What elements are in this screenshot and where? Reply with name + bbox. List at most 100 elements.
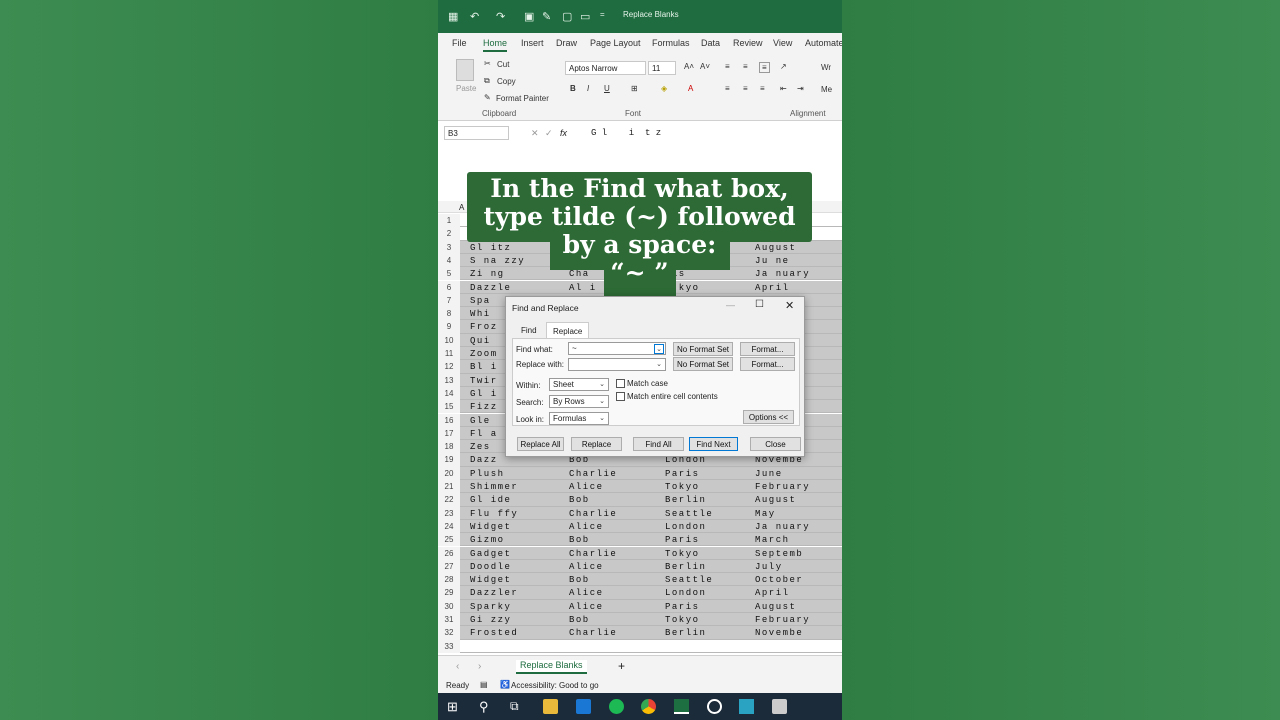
- cell-a[interactable]: Dazz: [470, 455, 498, 465]
- name-box[interactable]: B3: [444, 126, 509, 140]
- cell-a[interactable]: Gle: [470, 416, 491, 426]
- cell-d[interactable]: June: [755, 469, 783, 479]
- tab-formulas[interactable]: Formulas: [652, 38, 690, 48]
- accessibility-icon[interactable]: ♿: [500, 680, 510, 689]
- row-number[interactable]: 31: [438, 613, 460, 627]
- task-view-icon[interactable]: ⧉: [510, 699, 525, 714]
- cell-c[interactable]: Berlin: [665, 562, 706, 572]
- row-number[interactable]: 6: [438, 280, 460, 294]
- close-icon[interactable]: ✕: [785, 299, 794, 312]
- cell-a[interactable]: Gl i: [470, 389, 498, 399]
- cell-d[interactable]: February: [755, 615, 810, 625]
- row-cells[interactable]: Gi zzy Bob Tokyo February: [460, 613, 842, 627]
- align-left-icon[interactable]: ≡: [725, 84, 730, 93]
- format-painter-icon[interactable]: ✎: [484, 93, 491, 102]
- chevron-down-icon[interactable]: ⌄: [654, 344, 664, 354]
- cell-d[interactable]: May: [755, 509, 776, 519]
- row-cells[interactable]: Flu ffy Charlie Seattle May: [460, 506, 842, 520]
- align-middle-icon[interactable]: ≡: [743, 62, 748, 71]
- cell-a[interactable]: Whi: [470, 309, 491, 319]
- row-number[interactable]: 2: [438, 227, 460, 241]
- cell-a[interactable]: Fizz: [470, 402, 498, 412]
- row-number[interactable]: 15: [438, 400, 460, 414]
- cell-c[interactable]: Berlin: [665, 628, 706, 638]
- row-number[interactable]: 4: [438, 253, 460, 268]
- cell-d[interactable]: August: [755, 495, 796, 505]
- cell-a[interactable]: Doodle: [470, 562, 511, 572]
- cell-d[interactable]: Septemb: [755, 549, 803, 559]
- cell-d[interactable]: March: [755, 535, 790, 545]
- cell-d[interactable]: October: [755, 575, 803, 585]
- row-cells[interactable]: Doodle Alice Berlin July: [460, 559, 842, 574]
- search-icon[interactable]: ⚲: [479, 699, 494, 714]
- replace-all-button[interactable]: Replace All: [517, 437, 564, 451]
- borders-icon[interactable]: ⊞: [631, 84, 638, 93]
- cell-a[interactable]: Plush: [470, 469, 505, 479]
- insert-function-button[interactable]: fx: [560, 128, 567, 138]
- row-number[interactable]: 25: [438, 533, 460, 547]
- row-number[interactable]: 13: [438, 373, 460, 387]
- increase-font-icon[interactable]: A˄: [684, 62, 694, 71]
- row-number[interactable]: 21: [438, 480, 460, 494]
- tab-view[interactable]: View: [773, 38, 792, 48]
- cell-a[interactable]: Gl ide: [470, 495, 511, 505]
- options-button[interactable]: Options <<: [743, 410, 794, 424]
- cell-c[interactable]: Tokyo: [665, 482, 700, 492]
- orientation-icon[interactable]: ↗: [780, 62, 787, 71]
- cell-b[interactable]: Alice: [569, 588, 604, 598]
- wrap-text-button[interactable]: Wr: [821, 63, 831, 72]
- align-bottom-icon[interactable]: ≡: [759, 62, 770, 73]
- new-file-icon[interactable]: ▢: [562, 10, 572, 23]
- row-cells[interactable]: Widget Bob Seattle October: [460, 573, 842, 587]
- row-cells[interactable]: Plush Charlie Paris June: [460, 466, 842, 480]
- font-name-select[interactable]: Aptos Narrow: [565, 61, 646, 75]
- row-number[interactable]: 5: [438, 267, 460, 281]
- cell-c[interactable]: Paris: [665, 535, 700, 545]
- cell-d[interactable]: Novembe: [755, 628, 803, 638]
- cell-c[interactable]: Paris: [665, 602, 700, 612]
- redo-icon[interactable]: ↷: [496, 10, 505, 23]
- fill-color-icon[interactable]: ◈: [661, 84, 667, 93]
- cell-a[interactable]: Gadget: [470, 549, 511, 559]
- row-number[interactable]: 20: [438, 466, 460, 480]
- undo-icon[interactable]: ↶: [470, 10, 479, 23]
- bold-button[interactable]: B: [570, 84, 576, 93]
- row-number[interactable]: 18: [438, 440, 460, 454]
- row-cells[interactable]: [460, 639, 842, 653]
- cut-button[interactable]: Cut: [497, 60, 509, 69]
- tab-page-layout[interactable]: Page Layout: [590, 38, 641, 48]
- excel-taskbar-icon[interactable]: [674, 699, 689, 714]
- cell-c[interactable]: Berlin: [665, 495, 706, 505]
- row-cells[interactable]: Gl ide Bob Berlin August: [460, 493, 842, 507]
- cell-c[interactable]: Seattle: [665, 509, 713, 519]
- maximize-icon[interactable]: ☐: [755, 299, 764, 310]
- recorder-icon[interactable]: [707, 699, 722, 714]
- chrome-icon[interactable]: [641, 699, 656, 714]
- cell-b[interactable]: Alice: [569, 482, 604, 492]
- cell-b[interactable]: Alice: [569, 562, 604, 572]
- within-select[interactable]: Sheet ⌄: [549, 378, 609, 391]
- macro-icon[interactable]: ▤: [480, 680, 488, 689]
- calculator-icon[interactable]: [772, 699, 787, 714]
- formula-content[interactable]: G l i t z: [591, 128, 661, 138]
- decrease-font-icon[interactable]: A˅: [700, 62, 710, 71]
- match-case-checkbox[interactable]: [616, 379, 625, 388]
- cell-a[interactable]: Qui: [470, 336, 491, 346]
- enter-icon[interactable]: ✓: [545, 128, 553, 139]
- prev-sheet-icon[interactable]: ‹: [456, 661, 459, 672]
- format-button-replace[interactable]: Format...: [740, 357, 795, 371]
- merge-button[interactable]: Me: [821, 85, 832, 94]
- row-number[interactable]: 23: [438, 506, 460, 520]
- match-entire-checkbox[interactable]: [616, 392, 625, 401]
- copy-button[interactable]: Copy: [497, 77, 516, 86]
- format-button-find[interactable]: Format...: [740, 342, 795, 356]
- cell-a[interactable]: Flu ffy: [470, 509, 518, 519]
- cell-c[interactable]: Seattle: [665, 575, 713, 585]
- row-number[interactable]: 29: [438, 586, 460, 600]
- add-sheet-button[interactable]: +: [618, 659, 625, 673]
- cell-d[interactable]: Ja nuary: [755, 522, 810, 532]
- row-cells[interactable]: Widget Alice London Ja nuary: [460, 519, 842, 534]
- row-number[interactable]: 3: [438, 240, 460, 254]
- cell-c[interactable]: Tokyo: [665, 615, 700, 625]
- open-icon[interactable]: ▭: [580, 10, 590, 23]
